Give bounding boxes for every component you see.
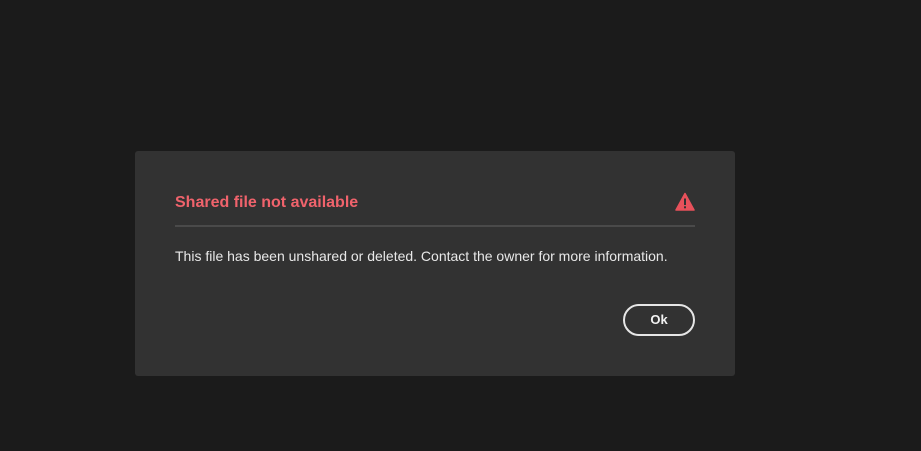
alert-icon: [675, 192, 695, 212]
error-dialog: Shared file not available This file has …: [135, 151, 735, 376]
dialog-title: Shared file not available: [175, 194, 359, 211]
dialog-header: Shared file not available: [175, 191, 695, 227]
ok-button[interactable]: Ok: [623, 304, 695, 336]
dialog-message: This file has been unshared or deleted. …: [175, 248, 668, 264]
